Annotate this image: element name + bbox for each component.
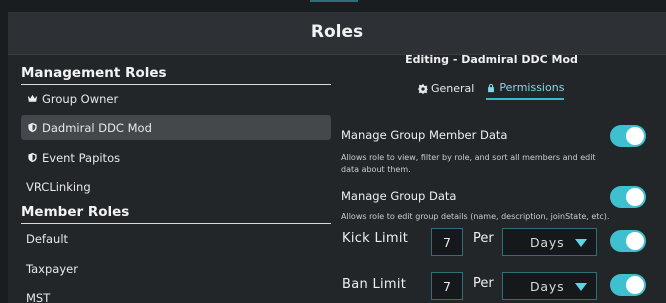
kick-limit-toggle[interactable] — [610, 230, 646, 252]
kick-limit-count-input[interactable]: 7 — [431, 228, 463, 256]
toggle-knob — [626, 276, 644, 294]
top-tab-indicator — [310, 0, 358, 2]
ban-limit-count-input[interactable]: 7 — [431, 272, 463, 300]
crown-icon — [26, 93, 39, 105]
shield-icon — [26, 152, 39, 164]
kick-limit-label: Kick Limit — [342, 231, 409, 246]
permission-description: Allows role to view, filter by role, and… — [341, 153, 596, 174]
shield-icon — [26, 122, 39, 134]
lock-icon — [488, 83, 495, 92]
permission-title: Manage Group Data — [341, 189, 457, 203]
role-label: VRCLinking — [26, 179, 91, 194]
management-roles-heading: Management Roles — [21, 65, 167, 81]
member-roles-heading: Member Roles — [21, 204, 130, 220]
chevron-down-icon — [575, 283, 587, 291]
ban-limit-toggle[interactable] — [610, 274, 646, 296]
chevron-down-icon — [575, 239, 587, 247]
page-title: Roles — [310, 22, 364, 42]
role-label: MST — [26, 290, 51, 303]
member-roles-divider — [21, 223, 331, 224]
role-label: Default — [26, 231, 69, 246]
role-item-event-papitos[interactable]: Event Papitos — [21, 145, 331, 170]
permission-description: Allows role to edit group details (name,… — [341, 212, 610, 221]
unit-value: Days — [530, 234, 565, 250]
tab-label: General — [431, 82, 475, 95]
role-label: Event Papitos — [42, 150, 121, 165]
tab-permissions[interactable]: Permissions — [486, 81, 565, 100]
ban-limit-unit-select[interactable]: Days — [502, 272, 597, 300]
role-label: Dadmiral DDC Mod — [42, 120, 152, 135]
unit-value: Days — [530, 278, 565, 294]
role-item-vrclinking[interactable]: VRCLinking — [21, 174, 331, 199]
role-item-default[interactable]: Default — [21, 226, 331, 251]
role-label: Group Owner — [42, 91, 119, 106]
role-item-taxpayer[interactable]: Taxpayer — [21, 256, 331, 281]
toggle-knob — [626, 232, 644, 250]
role-item-group-owner[interactable]: Group Owner — [21, 86, 331, 111]
per-label: Per — [473, 276, 494, 291]
ban-limit-label: Ban Limit — [342, 277, 407, 292]
tab-label: Permissions — [499, 81, 565, 94]
toggle-knob — [626, 127, 644, 145]
role-item-mst[interactable]: MST — [21, 285, 331, 303]
title-bar: Roles — [8, 13, 666, 55]
tab-general[interactable]: General — [418, 81, 474, 100]
permission-title: Manage Group Member Data — [341, 128, 508, 142]
manage-member-data-toggle[interactable] — [610, 125, 646, 147]
per-label: Per — [473, 231, 494, 246]
editor-tabs: General Permissions — [418, 81, 565, 100]
kick-limit-unit-select[interactable]: Days — [502, 228, 597, 256]
manage-group-data-toggle[interactable] — [610, 186, 646, 208]
role-item-dadmiral-ddc-mod[interactable]: Dadmiral DDC Mod — [21, 115, 331, 140]
role-label: Taxpayer — [26, 261, 78, 276]
management-roles-divider — [21, 84, 331, 85]
toggle-knob — [626, 188, 644, 206]
gear-icon — [418, 83, 428, 94]
editing-title: Editing - Dadmiral DDC Mod — [405, 53, 578, 66]
